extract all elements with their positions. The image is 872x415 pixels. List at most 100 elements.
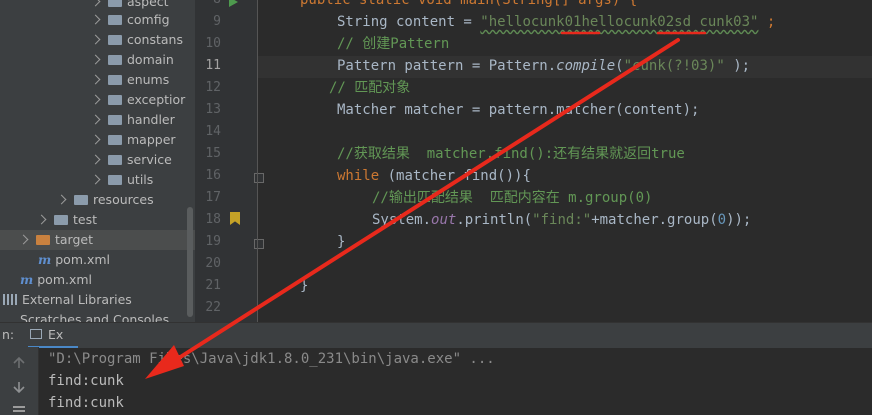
code-line-10: // 创建Pattern (337, 36, 450, 52)
line-number: 15 (205, 146, 221, 161)
line-number: 22 (205, 300, 221, 315)
chevron-right-icon[interactable] (18, 234, 29, 245)
folder-icon (54, 215, 68, 225)
run-icon[interactable] (229, 0, 238, 7)
tree-item-resources[interactable]: resources (56, 190, 154, 210)
tree-item-label: utils (127, 172, 154, 187)
tree-item-exception[interactable]: exceptior (90, 90, 186, 110)
keyword: while (337, 168, 380, 184)
folder-icon (108, 75, 122, 85)
code-line-18: System.out.println("find:"+matcher.group… (372, 209, 751, 231)
folder-icon (108, 0, 122, 7)
tree-item-utils[interactable]: utils (90, 170, 154, 190)
code-line-8: public static void main(String[] args) { (300, 0, 637, 11)
tree-item-label: handler (127, 112, 175, 127)
soft-wrap-icon[interactable] (12, 405, 26, 415)
tree-item-label: constans (127, 32, 183, 47)
tree-scrollbar[interactable] (187, 207, 193, 317)
arrow-down-icon[interactable] (12, 381, 26, 393)
run-header-label: n: (2, 327, 15, 342)
code-line-13: Matcher matcher = pattern.matcher(conten… (337, 102, 700, 118)
tree-item-constans[interactable]: constans (90, 30, 183, 50)
tree-item-label: enums (127, 72, 170, 87)
chevron-right-icon[interactable] (90, 134, 101, 145)
chevron-right-icon[interactable] (90, 174, 101, 185)
chevron-right-icon[interactable] (90, 74, 101, 85)
folder-icon (108, 55, 122, 65)
maven-icon: m (20, 272, 34, 287)
run-tab-label[interactable]: Ex (48, 327, 63, 342)
code-text: ); (724, 58, 751, 74)
line-number: 12 (205, 80, 221, 95)
tree-item-label: External Libraries (22, 292, 132, 307)
tree-item-target[interactable]: target (0, 230, 195, 250)
tree-item-label: service (127, 152, 172, 167)
tree-item-comfig[interactable]: comfig (90, 10, 170, 30)
code-text: .println( (456, 212, 533, 228)
tree-item-external-libraries[interactable]: External Libraries (3, 290, 132, 310)
tree-item-label: resources (93, 192, 154, 207)
tree-item-label: exceptior (127, 92, 186, 107)
tree-item-pom-xml-root[interactable]: m pom.xml (20, 270, 92, 290)
chevron-right-icon[interactable] (90, 14, 101, 25)
line-number: 16 (205, 168, 221, 183)
method-name: compile (556, 58, 616, 74)
line-number: 14 (205, 124, 221, 139)
line-number: 8 (195, 0, 221, 11)
code-line-19: } (337, 234, 346, 250)
chevron-right-icon[interactable] (90, 94, 101, 105)
maven-icon: m (38, 252, 52, 267)
code-text: ( (615, 58, 624, 74)
folder-icon (108, 35, 122, 45)
string-literal: "find:" (532, 212, 592, 228)
run-toolbar (0, 347, 39, 415)
folder-icon (108, 135, 122, 145)
code-line-15: //获取结果 matcher.find():还有结果就返回true (337, 146, 685, 162)
chevron-right-icon[interactable] (56, 194, 67, 205)
tree-item-label: target (55, 232, 94, 247)
chevron-right-icon[interactable] (90, 0, 101, 7)
folder-icon (108, 155, 122, 165)
tree-item-label: aspect (127, 0, 169, 9)
console-command-line: "D:\Program Files\Java\jdk1.8.0_231\bin\… (48, 351, 495, 367)
excluded-folder-icon (36, 235, 50, 245)
string-literal: "cunk(?!03)" (623, 58, 725, 74)
code-line-11: Pattern pattern = Pattern.compile("cunk(… (337, 55, 750, 77)
tree-item-scratches[interactable]: Scratches and Consoles (20, 310, 169, 322)
tree-item-label: domain (127, 52, 174, 67)
code-text: Pattern pattern = Pattern. (337, 58, 557, 74)
console-output-line: find:cunk (48, 373, 124, 389)
tree-item-domain[interactable]: domain (90, 50, 174, 70)
line-number: 10 (205, 36, 221, 51)
chevron-right-icon[interactable] (90, 154, 101, 165)
tree-item-test[interactable]: test (36, 210, 98, 230)
code-text: System. (372, 212, 432, 228)
line-number: 20 (205, 256, 221, 271)
field-name: out (431, 212, 457, 228)
code-line-12: // 匹配对象 (329, 80, 411, 96)
tree-item-mapper[interactable]: mapper (90, 130, 176, 150)
line-number: 18 (205, 212, 221, 227)
code-text: +matcher.group( (591, 212, 718, 228)
line-number: 21 (205, 278, 221, 293)
run-tool-window-header: n: Ex (0, 322, 872, 348)
chevron-right-icon[interactable] (90, 54, 101, 65)
folder-icon (108, 175, 122, 185)
code-text: (matcher.find()){ (379, 168, 531, 184)
chevron-right-icon[interactable] (90, 34, 101, 45)
code-text: )); (726, 212, 752, 228)
tree-item-pom-xml[interactable]: m pom.xml (38, 250, 110, 270)
line-number: 17 (205, 190, 221, 205)
project-tree-panel: aspect comfig constans domain enums exce… (0, 0, 195, 322)
tree-item-label: pom.xml (37, 272, 93, 287)
tree-item-service[interactable]: service (90, 150, 172, 170)
tree-item-label: comfig (127, 12, 170, 27)
chevron-right-icon[interactable] (36, 214, 47, 225)
tree-item-enums[interactable]: enums (90, 70, 170, 90)
chevron-right-icon[interactable] (90, 114, 101, 125)
line-number: 9 (213, 14, 221, 29)
arrow-up-icon[interactable] (12, 357, 26, 369)
tree-item-label: test (73, 212, 98, 227)
tree-item-handler[interactable]: handler (90, 110, 175, 130)
line-number: 11 (205, 58, 221, 73)
